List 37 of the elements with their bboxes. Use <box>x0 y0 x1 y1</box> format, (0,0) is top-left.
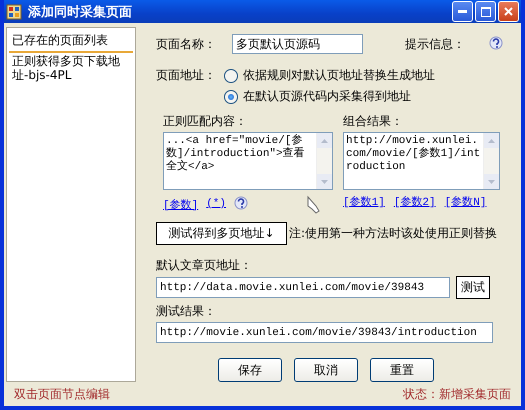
page-name-field[interactable]: 多页默认页源码 <box>232 34 363 54</box>
field-label: 正则匹配内容： <box>163 113 248 130</box>
dialog-button[interactable]: 取消 <box>294 358 358 382</box>
field-label: 测试结果： <box>156 303 217 320</box>
insert-link[interactable]: [参数] <box>163 196 198 212</box>
field-label: 默认文章页地址： <box>156 257 253 274</box>
insert-link[interactable]: [参数2] <box>394 194 436 209</box>
test-button[interactable]: 测试 <box>456 276 490 299</box>
dialog-button[interactable]: 重置 <box>370 358 434 382</box>
field-label: 组合结果： <box>343 113 404 130</box>
status-text: 状态：新增采集页面 <box>403 386 511 402</box>
minimize-button[interactable] <box>452 1 473 22</box>
insert-link[interactable]: (*) <box>206 198 226 210</box>
hint-text: 双击页面节点编辑 <box>14 386 110 402</box>
app-icon <box>6 4 22 20</box>
minimize-icon <box>458 10 467 13</box>
list-item[interactable]: 正则获得多页下载地址-bjs-4PL <box>9 53 133 83</box>
close-icon <box>504 7 513 16</box>
result-field[interactable]: http://movie.xunlei.com/movie/39843/introduction <box>156 322 493 343</box>
dialog-button[interactable]: 保存 <box>218 358 282 382</box>
help-icon[interactable] <box>234 196 248 212</box>
help-icon[interactable] <box>489 36 503 52</box>
field-label: 页面名称： <box>156 36 216 52</box>
test-pages-button[interactable]: 测试得到多页地址↓ <box>156 222 287 245</box>
note-text: 注:使用第一种方法时该处使用正则替换 <box>289 225 498 242</box>
close-button[interactable] <box>498 1 519 22</box>
insert-link[interactable]: [参数1] <box>343 194 385 209</box>
radio-option[interactable]: 在默认页源代码内采集得到地址 <box>224 86 435 107</box>
maximize-button[interactable] <box>475 1 496 22</box>
window-title: 添加同时采集页面 <box>28 4 133 20</box>
field-label: 页面地址： <box>156 67 216 84</box>
radio-option[interactable]: 依据规则对默认页地址替换生成地址 <box>224 65 435 86</box>
url-field[interactable]: http://data.movie.xunlei.com/movie/39843 <box>156 277 450 298</box>
insert-link[interactable]: [参数N] <box>444 194 486 209</box>
field-label: 提示信息： <box>405 36 465 52</box>
maximize-icon <box>480 6 490 16</box>
list-header: 已存在的页面列表 <box>9 30 133 53</box>
